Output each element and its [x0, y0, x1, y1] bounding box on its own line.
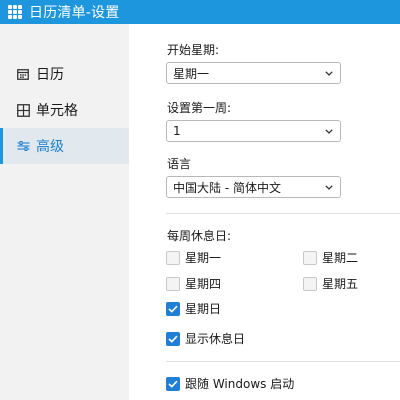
- rest-day-tuesday[interactable]: 星期二: [303, 249, 358, 266]
- sidebar-item-advanced[interactable]: 高级: [0, 128, 129, 164]
- show-rest-day-option[interactable]: 显示休息日: [166, 330, 245, 347]
- sliders-icon: [16, 139, 30, 153]
- sidebar-item-label: 日历: [36, 67, 64, 83]
- checkbox-checked[interactable]: [166, 301, 180, 316]
- language-value: 中国大陆 - 简体中文: [173, 180, 281, 195]
- week-start-value: 星期一: [173, 66, 210, 81]
- checkbox-label: 星期二: [322, 251, 359, 265]
- checkbox-checked[interactable]: [166, 331, 180, 346]
- calendar-icon: [16, 67, 30, 81]
- rest-day-thursday[interactable]: 星期四: [166, 275, 221, 292]
- week-start-select[interactable]: 星期一: [166, 62, 341, 84]
- divider: [166, 213, 400, 214]
- divider: [166, 361, 400, 362]
- checkbox-label: 星期五: [322, 277, 359, 291]
- first-week-value: 1: [173, 124, 181, 138]
- settings-panel: 开始星期: 星期一 设置第一周: 1 语言 中国大陆 - 简体中文 每周休息日:…: [129, 24, 400, 400]
- rest-day-friday[interactable]: 星期五: [303, 275, 358, 292]
- sidebar-item-label: 单元格: [36, 103, 78, 119]
- chevron-down-icon: [325, 66, 333, 80]
- checkbox-label: 星期四: [185, 277, 222, 291]
- check-icon: [168, 380, 178, 388]
- rest-days-label: 每周休息日:: [167, 229, 232, 243]
- checkbox[interactable]: [166, 250, 180, 265]
- title-bar: 日历清单-设置: [0, 0, 400, 24]
- app-grid-icon: [8, 5, 22, 19]
- checkbox-label: 星期日: [185, 302, 222, 316]
- sidebar-item-cells[interactable]: 单元格: [0, 92, 129, 128]
- check-icon: [168, 305, 178, 313]
- check-icon: [168, 335, 178, 343]
- checkbox[interactable]: [303, 250, 317, 265]
- sidebar: 日历 单元格 高级: [0, 24, 129, 400]
- grid-icon: [16, 103, 30, 117]
- first-week-select[interactable]: 1: [166, 120, 341, 142]
- language-select[interactable]: 中国大陆 - 简体中文: [166, 176, 341, 198]
- chevron-down-icon: [325, 124, 333, 138]
- rest-day-sunday[interactable]: 星期日: [166, 300, 221, 317]
- first-week-label: 设置第一周:: [167, 101, 232, 115]
- checkbox[interactable]: [303, 276, 317, 291]
- checkbox-label: 显示休息日: [185, 332, 246, 346]
- window-title: 日历清单-设置: [29, 5, 120, 21]
- sidebar-item-label: 高级: [36, 139, 64, 155]
- checkbox-label: 星期一: [185, 251, 222, 265]
- rest-day-monday[interactable]: 星期一: [166, 249, 221, 266]
- language-label: 语言: [167, 157, 192, 171]
- checkbox[interactable]: [166, 276, 180, 291]
- chevron-down-icon: [325, 180, 333, 194]
- week-start-label: 开始星期:: [167, 43, 220, 57]
- sidebar-item-calendar[interactable]: 日历: [0, 56, 129, 92]
- checkbox-label: 跟随 Windows 启动: [185, 377, 295, 391]
- checkbox-checked[interactable]: [166, 376, 180, 391]
- autostart-option[interactable]: 跟随 Windows 启动: [166, 375, 294, 392]
